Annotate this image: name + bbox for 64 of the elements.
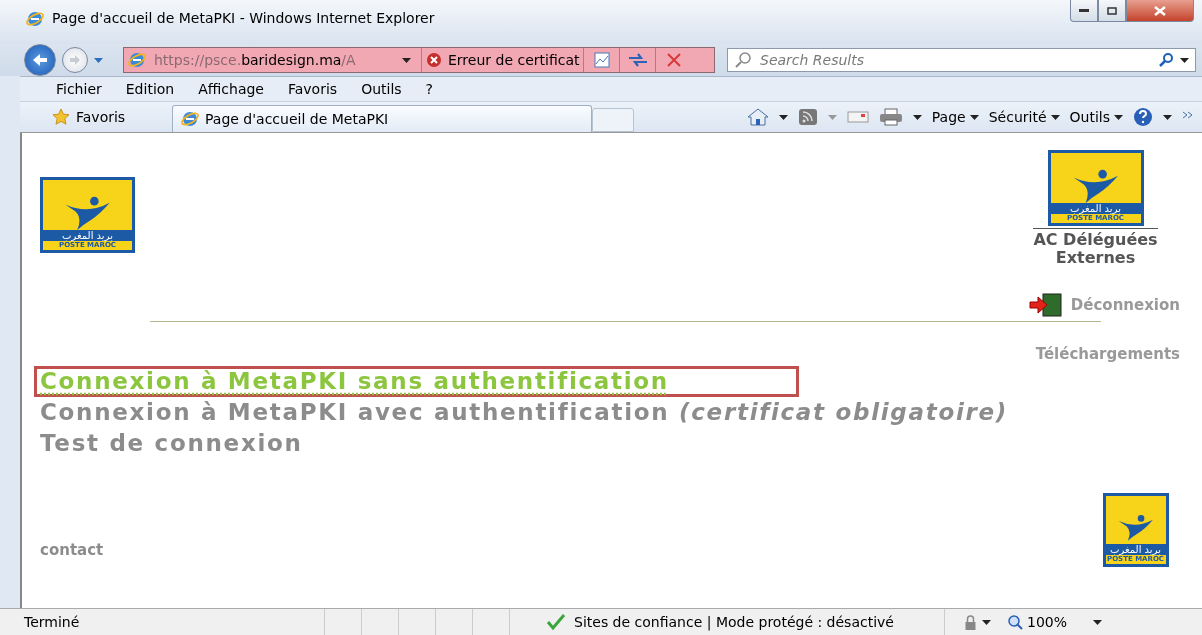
menu-item[interactable]: Affichage bbox=[198, 81, 264, 97]
rss-feed-icon bbox=[797, 108, 818, 126]
minimize-icon bbox=[1079, 8, 1089, 13]
exit-door-icon bbox=[1028, 293, 1063, 317]
certificate-error-button[interactable]: Erreur de certificat bbox=[421, 48, 584, 72]
printer-icon bbox=[878, 108, 903, 126]
help-icon bbox=[1133, 107, 1153, 127]
site-title: Externes bbox=[1054, 249, 1137, 267]
ie-icon bbox=[181, 110, 199, 128]
menu-item[interactable]: Favoris bbox=[288, 81, 338, 97]
caret-icon bbox=[982, 619, 991, 625]
logo-arabic-text: بريد المغرب bbox=[1050, 203, 1141, 214]
command-menu-button[interactable]: Outils bbox=[1069, 109, 1123, 125]
browser-tab[interactable]: Page d'accueil de MetaPKI bbox=[172, 105, 592, 132]
stop-icon bbox=[667, 53, 681, 67]
status-text: Terminé bbox=[24, 614, 81, 630]
search-icon bbox=[1158, 52, 1174, 68]
search-box[interactable]: Search Results bbox=[727, 48, 1196, 72]
back-arrow-icon bbox=[32, 53, 48, 67]
maximize-button[interactable] bbox=[1098, 0, 1126, 22]
caret-icon bbox=[1050, 114, 1060, 120]
search-icon bbox=[734, 51, 752, 69]
minimize-button[interactable] bbox=[1070, 0, 1098, 22]
logo-arabic-text: بريد المغرب bbox=[43, 230, 132, 241]
favorites-button[interactable]: Favoris bbox=[52, 108, 172, 126]
mail-icon bbox=[846, 110, 869, 124]
caret-icon bbox=[912, 114, 922, 120]
forward-arrow-icon bbox=[69, 55, 81, 65]
close-icon bbox=[1154, 5, 1166, 16]
caret-icon bbox=[827, 114, 837, 120]
caret-icon bbox=[1114, 114, 1123, 120]
ie-icon bbox=[26, 10, 44, 28]
home-icon bbox=[746, 108, 769, 126]
window-title: Page d'accueil de MetaPKI - Windows Internet Explorer bbox=[52, 10, 436, 26]
caret-icon bbox=[969, 114, 979, 120]
caret-icon bbox=[1163, 114, 1172, 120]
zoom-icon bbox=[1007, 614, 1023, 630]
site-title: AC Déléguées bbox=[1033, 231, 1158, 249]
url-text: https://psce.baridesign.ma/A bbox=[153, 52, 357, 68]
close-button[interactable] bbox=[1126, 0, 1194, 22]
menu-item[interactable]: Fichier bbox=[56, 81, 102, 97]
search-field[interactable]: Search Results bbox=[758, 51, 1152, 69]
command-menu-button[interactable]: Page bbox=[931, 109, 979, 125]
menu-item[interactable]: ? bbox=[425, 81, 434, 97]
command-menu-button[interactable]: Sécurité bbox=[988, 109, 1060, 125]
back-button[interactable] bbox=[24, 44, 56, 76]
checkmark-icon bbox=[546, 613, 566, 631]
maximize-icon bbox=[1107, 6, 1117, 15]
lock-icon bbox=[965, 614, 976, 630]
zoom-button[interactable]: 100% bbox=[1007, 614, 1068, 630]
star-icon bbox=[52, 108, 70, 126]
refresh-arrows-icon bbox=[628, 53, 648, 67]
caret-icon bbox=[778, 114, 788, 120]
caret-icon bbox=[1093, 619, 1103, 625]
address-field[interactable]: https://psce.baridesign.ma/A Erreur de certificat bbox=[123, 47, 715, 73]
logo-arabic-text: بريد المغرب bbox=[1105, 544, 1166, 555]
menu-item[interactable]: Outils bbox=[361, 81, 402, 97]
security-zone-text: Sites de confiance | Mode protégé : désactivé bbox=[574, 614, 895, 630]
caret-icon bbox=[1180, 57, 1189, 63]
forward-button[interactable] bbox=[62, 47, 88, 73]
ie-icon bbox=[128, 51, 146, 69]
caret-icon bbox=[94, 57, 103, 63]
menu-item[interactable]: Edition bbox=[125, 81, 175, 97]
caret-icon bbox=[402, 57, 411, 63]
